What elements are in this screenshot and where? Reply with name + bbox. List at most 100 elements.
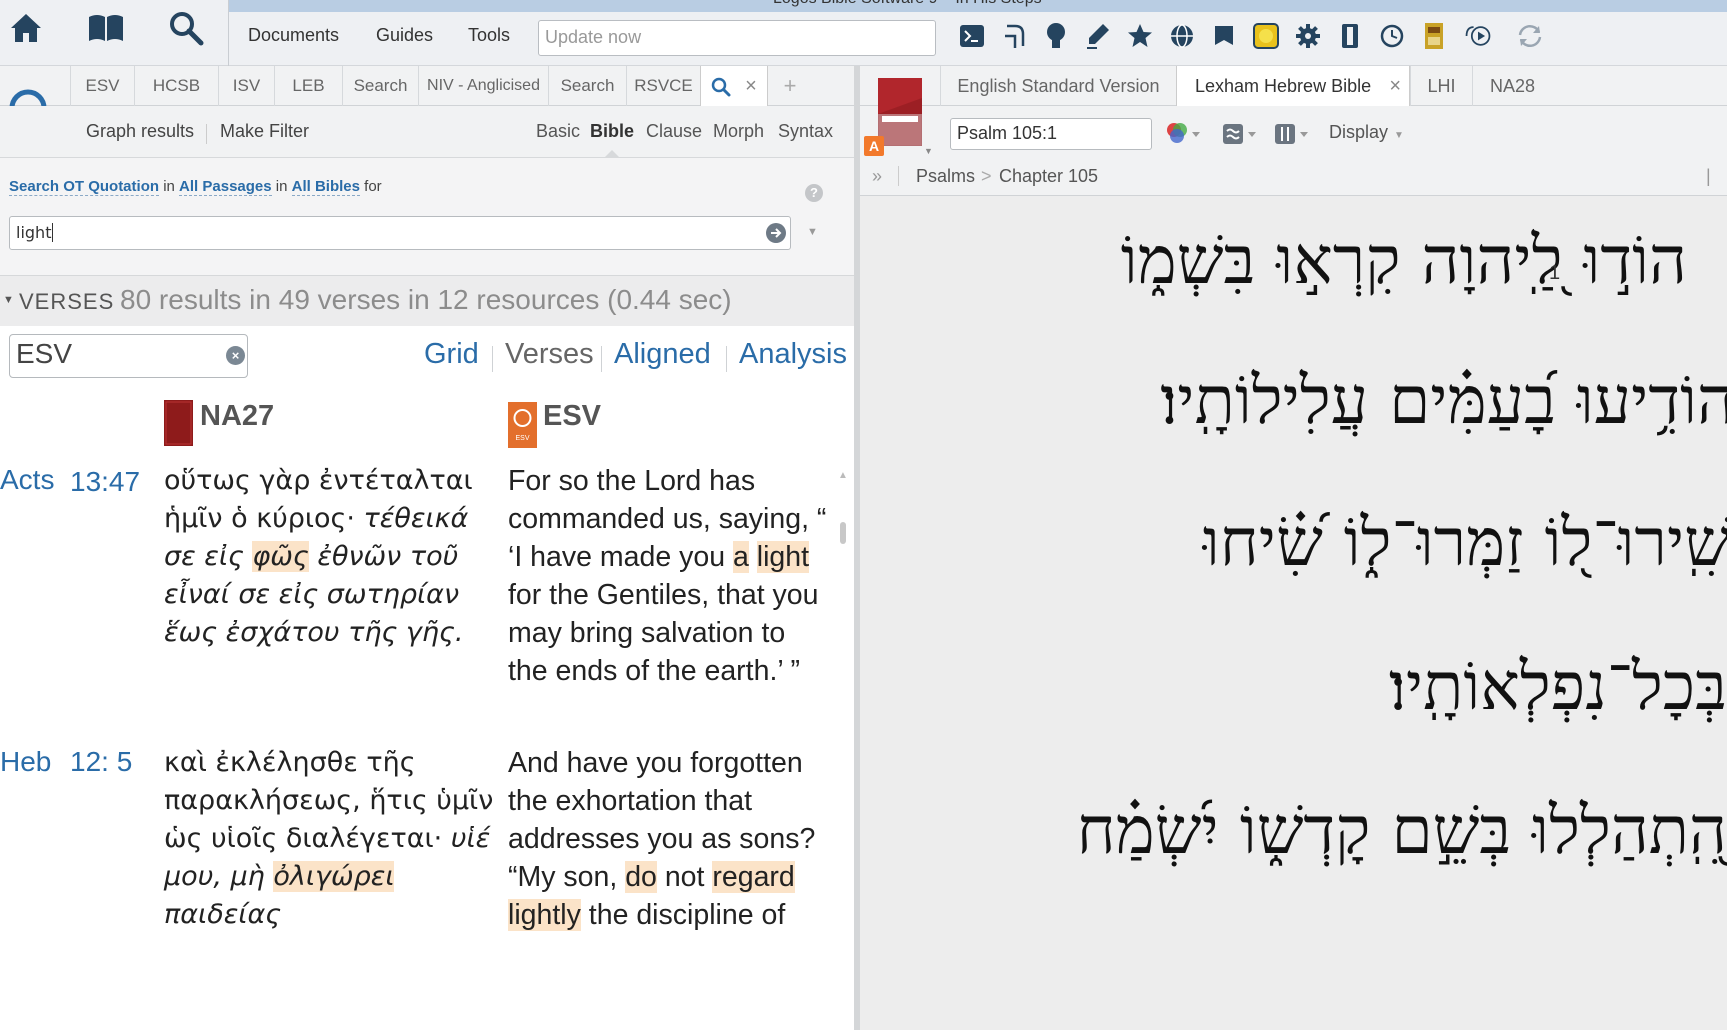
resource-badge: A xyxy=(864,136,884,156)
parallel-resources-icon[interactable] xyxy=(1222,120,1262,153)
search-icon[interactable] xyxy=(162,6,210,50)
globe-icon[interactable] xyxy=(1167,20,1197,52)
expand-icon[interactable]: » xyxy=(872,166,882,187)
mode-morph[interactable]: Morph xyxy=(713,121,764,142)
svg-text:ESV: ESV xyxy=(515,435,529,442)
scroll-up-icon[interactable]: ▲ xyxy=(838,470,848,481)
scope-text: in xyxy=(163,178,175,195)
resource-filter-input[interactable]: ESV xyxy=(9,334,248,378)
search-hit[interactable]: ὀλιγώρει xyxy=(273,861,395,892)
view-grid[interactable]: Grid xyxy=(424,338,479,371)
command-placeholder: Update now xyxy=(545,27,642,47)
library-icon[interactable] xyxy=(82,6,130,50)
star-icon[interactable] xyxy=(1125,20,1155,52)
menu-guides[interactable]: Guides xyxy=(376,25,433,46)
mode-syntax[interactable]: Syntax xyxy=(778,121,833,142)
display-menu[interactable]: Display ▼ xyxy=(1329,122,1404,143)
tab-isv[interactable]: ISV xyxy=(218,66,274,106)
menu-tools[interactable]: Tools xyxy=(468,25,510,46)
make-filter-button[interactable]: Make Filter xyxy=(220,121,309,142)
reference-input[interactable]: Psalm 105:1 xyxy=(950,118,1152,150)
search-hit[interactable]: lightly xyxy=(508,899,581,931)
tab-hcsb[interactable]: HCSB xyxy=(134,66,218,106)
resource-cover-icon[interactable] xyxy=(878,78,922,146)
close-icon[interactable]: × xyxy=(1389,75,1401,98)
menu-documents[interactable]: Documents xyxy=(248,25,339,46)
bible-toolbar: Psalm 105:1 Display ▼ xyxy=(860,106,1727,158)
close-icon[interactable]: × xyxy=(745,75,757,98)
media-icon[interactable] xyxy=(1463,20,1493,52)
book-icon[interactable] xyxy=(1419,20,1449,52)
breadcrumb: » Psalms > Chapter 105 | xyxy=(860,158,1727,196)
search-input[interactable]: light xyxy=(9,216,791,250)
search-hit[interactable]: light xyxy=(756,541,810,573)
passages-dropdown[interactable]: All Passages xyxy=(179,178,272,196)
search-hit[interactable]: regard xyxy=(712,861,795,893)
chevron-down-icon[interactable]: ▼ xyxy=(924,146,933,156)
english-verse-text: For so the Lord has commanded us, saying… xyxy=(508,462,828,690)
mode-basic[interactable]: Basic xyxy=(536,121,580,142)
view-verses[interactable]: Verses xyxy=(505,338,594,371)
tab-search[interactable]: Search xyxy=(342,66,418,106)
search-hit[interactable]: a xyxy=(732,541,749,573)
tab-na28[interactable]: NA28 xyxy=(1472,66,1552,106)
search-go-button[interactable] xyxy=(766,223,786,243)
view-aligned[interactable]: Aligned xyxy=(614,338,711,371)
breadcrumb-chapter[interactable]: Chapter 105 xyxy=(999,166,1098,187)
english-text: for the Gentiles, that you may bring sal… xyxy=(508,579,819,687)
collapse-icon[interactable]: ▼ xyxy=(3,294,14,306)
column-header-na27[interactable]: NA27 xyxy=(200,400,274,433)
search-panel: ESV HCSB ISV LEB Search NIV - Anglicised… xyxy=(0,66,854,1030)
active-mode-indicator xyxy=(604,150,620,158)
search-hit[interactable]: do xyxy=(625,861,657,893)
search-type-dropdown[interactable]: Search OT Quotation xyxy=(9,178,160,196)
accordance-icon[interactable] xyxy=(1000,20,1030,52)
tab-leb[interactable]: LEB xyxy=(274,66,342,106)
tab-current-search[interactable]: × xyxy=(700,66,768,107)
tab-lhi[interactable]: LHI xyxy=(1410,66,1472,106)
media-badge-icon[interactable] xyxy=(1251,20,1281,52)
clear-filter-icon[interactable]: × xyxy=(226,346,245,365)
hebrew-line: הוֹדִ֥יעוּ בָ֝עַמִּ֗ים עֲלִילוֹתָֽיו׃ xyxy=(1160,362,1727,439)
english-text: not xyxy=(664,861,705,893)
english-verse-text: And have you forgotten the exhortation t… xyxy=(508,744,828,934)
tab-search-2[interactable]: Search xyxy=(548,66,626,106)
tab-english-standard-version[interactable]: English Standard Version xyxy=(940,66,1176,106)
bibles-dropdown[interactable]: All Bibles xyxy=(291,178,360,196)
gear-icon[interactable] xyxy=(1293,20,1323,52)
verse-book-link[interactable]: Heb xyxy=(0,746,51,778)
divider xyxy=(601,346,602,372)
tab-niv-anglicised[interactable]: NIV - Anglicised xyxy=(418,66,548,106)
multi-resource-icon[interactable] xyxy=(1274,120,1314,153)
verse-ref-link[interactable]: 12: 5 xyxy=(70,746,132,778)
help-icon[interactable]: ? xyxy=(805,184,823,202)
terminal-icon[interactable] xyxy=(957,20,987,52)
layers-icon[interactable] xyxy=(1209,20,1239,52)
verse-ref-link[interactable]: 13:47 xyxy=(70,466,140,498)
scrollbar-thumb[interactable] xyxy=(840,522,846,544)
mode-bible[interactable]: Bible xyxy=(590,121,634,142)
font-size-control[interactable]: | xyxy=(1706,166,1711,187)
add-tab-button[interactable]: + xyxy=(768,66,812,106)
column-header-esv[interactable]: ESV xyxy=(543,400,601,433)
visual-filters-icon[interactable] xyxy=(1164,120,1204,153)
tab-lexham-hebrew-bible[interactable]: Lexham Hebrew Bible × xyxy=(1176,66,1410,107)
mode-clause[interactable]: Clause xyxy=(646,121,702,142)
home-icon[interactable] xyxy=(2,6,50,50)
sync-icon[interactable] xyxy=(1515,20,1545,52)
highlighter-icon[interactable] xyxy=(1083,20,1113,52)
divider xyxy=(228,0,229,66)
search-hit[interactable]: φῶς xyxy=(252,541,309,572)
search-scope-line: Search OT Quotation in All Passages in A… xyxy=(9,178,382,196)
view-analysis[interactable]: Analysis xyxy=(739,338,847,371)
clock-icon[interactable] xyxy=(1377,20,1407,52)
lightbulb-icon[interactable] xyxy=(1041,20,1071,52)
command-box[interactable]: Update now xyxy=(538,20,936,56)
breadcrumb-book[interactable]: Psalms xyxy=(916,166,975,187)
tab-esv[interactable]: ESV xyxy=(70,66,134,106)
bookmark-icon[interactable] xyxy=(1335,20,1365,52)
graph-results-button[interactable]: Graph results xyxy=(86,121,194,142)
tab-rsvce[interactable]: RSVCE xyxy=(626,66,700,106)
verse-book-link[interactable]: Acts xyxy=(0,464,54,496)
history-dropdown-icon[interactable]: ▼ xyxy=(807,226,818,238)
